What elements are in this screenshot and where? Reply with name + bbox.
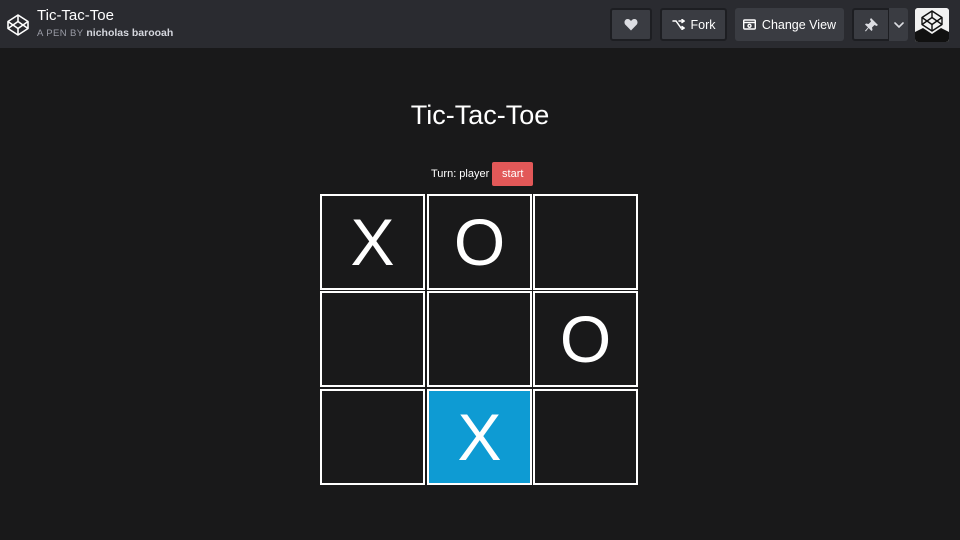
board-cell-r1c2[interactable]: O [427,194,532,290]
heart-button[interactable] [610,8,652,41]
pin-button[interactable] [852,8,890,41]
board-cell-r3c2[interactable]: X [427,389,532,485]
turn-value: player [459,168,490,180]
start-button[interactable]: start [492,162,534,186]
codepen-logo-icon[interactable] [6,13,30,37]
pen-byline: A PEN BY nicholas barooah [37,26,173,41]
fork-label: Fork [690,17,716,32]
pin-dropdown-button[interactable] [889,8,908,41]
board-cell-r1c1[interactable]: X [320,194,425,290]
chevron-down-icon [893,21,904,28]
turn-label: Turn: [431,168,457,180]
pin-button-group [852,8,908,41]
pen-title[interactable]: Tic-Tac-Toe [37,6,173,26]
change-view-label: Change View [761,17,837,32]
change-view-icon [742,19,756,30]
heart-icon [624,18,638,31]
avatar[interactable] [915,8,949,42]
pen-by-label: A PEN BY [37,28,84,39]
pen-author-link[interactable]: nicholas barooah [86,27,173,39]
fork-button[interactable]: Fork [660,8,727,41]
turn-indicator: Turn: player [431,168,489,180]
turn-row: Turn: player start [431,162,534,186]
board-cell-r2c2[interactable] [427,291,532,387]
pen-title-block: Tic-Tac-Toe A PEN BY nicholas barooah [37,6,173,41]
game-board: X O O X [320,194,640,487]
fork-icon [671,19,685,30]
change-view-button[interactable]: Change View [735,8,844,41]
top-bar: Tic-Tac-Toe A PEN BY nicholas barooah Fo… [0,0,960,48]
board-cell-r1c3[interactable] [533,194,638,290]
game-title: Tic-Tac-Toe [410,100,550,130]
board-cell-r2c3[interactable]: O [533,291,638,387]
board-cell-r3c3[interactable] [533,389,638,485]
board-cell-r2c1[interactable] [320,291,425,387]
board-cell-r3c1[interactable] [320,389,425,485]
pin-icon [864,17,878,32]
